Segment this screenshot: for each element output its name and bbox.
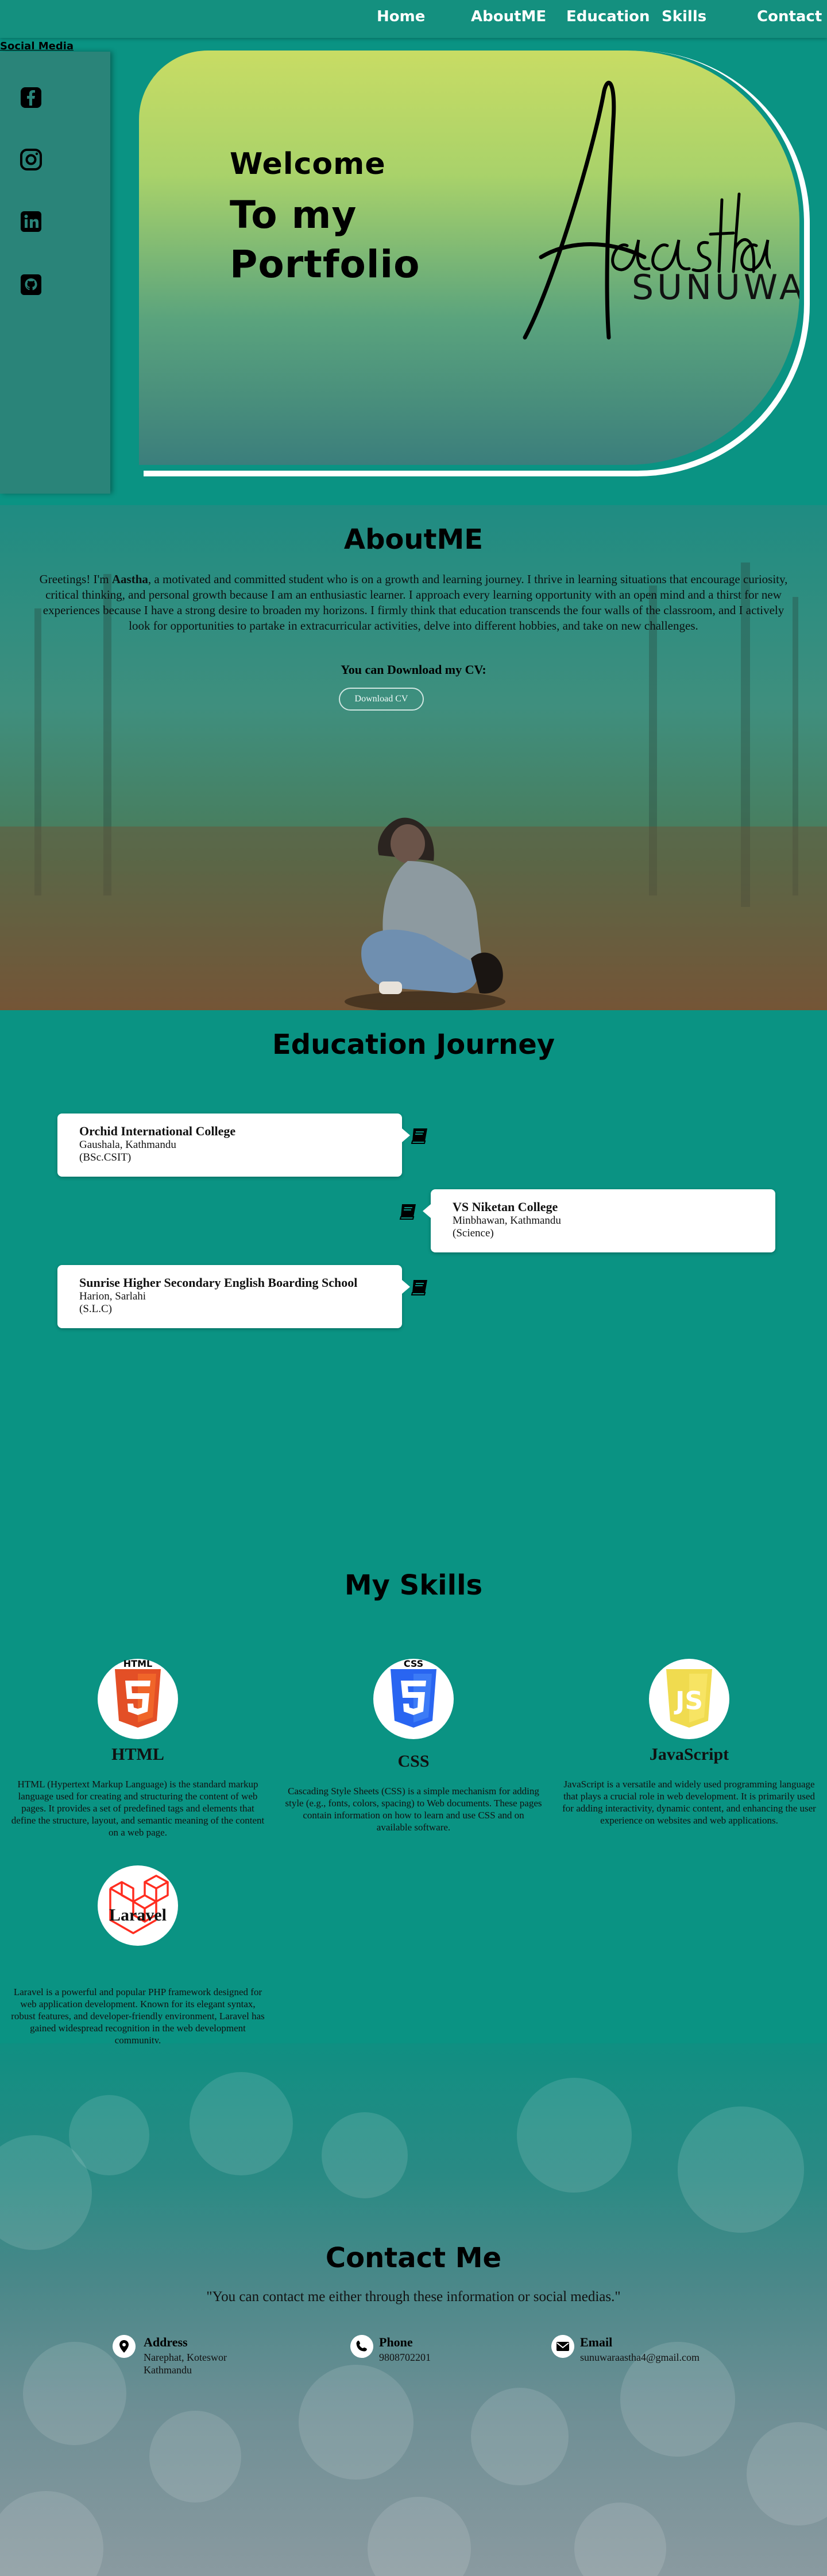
phone-number[interactable]: 9808702201: [379, 2351, 431, 2364]
nav-skills[interactable]: Skills: [662, 8, 706, 25]
address-label: Address: [144, 2335, 188, 2349]
book-icon: [411, 1280, 427, 1295]
html5-icon: HTML: [115, 1658, 161, 1728]
hero-portfolio: Portfolio: [230, 242, 420, 286]
address-line: Narephat, Koteswor: [144, 2352, 227, 2363]
bg-bubble: [149, 2411, 241, 2503]
nav-education[interactable]: Education: [566, 8, 650, 25]
skill-description: JavaScript is a versatile and widely use…: [562, 1779, 816, 1826]
svg-text:HTML: HTML: [123, 1659, 152, 1669]
location-pin-icon: [113, 2335, 136, 2358]
skill-description: HTML (Hypertext Markup Language) is the …: [11, 1779, 265, 1838]
school-name: Orchid International College: [79, 1124, 236, 1138]
book-icon: [399, 1204, 416, 1220]
education-card: Orchid International College Gaushala, K…: [57, 1114, 402, 1177]
about-title: AboutME: [343, 523, 484, 556]
card-pointer: [402, 1128, 410, 1142]
nav-home[interactable]: Home: [377, 8, 425, 25]
skill-description: Cascading Style Sheets (CSS) is a simple…: [285, 1786, 542, 1833]
education-title: Education Journey: [272, 1029, 555, 1061]
svg-text:JS: JS: [674, 1686, 703, 1716]
skill-name: Laravel: [109, 1906, 167, 1925]
download-cv-button[interactable]: Download CV: [339, 688, 424, 711]
hero-welcome: Welcome: [230, 147, 386, 181]
signature-logo: [523, 80, 771, 340]
school-name: VS Niketan College: [453, 1200, 558, 1214]
nav-contact[interactable]: Contact: [757, 8, 822, 25]
portrait-photo: [345, 817, 505, 1010]
skill-icon-circle: JS: [649, 1659, 729, 1739]
instagram-icon[interactable]: [20, 148, 42, 171]
skill-name: JavaScript: [649, 1745, 729, 1764]
facebook-icon[interactable]: [20, 86, 42, 109]
skill-name: HTML: [111, 1745, 164, 1764]
javascript-icon: JS: [666, 1669, 712, 1728]
email-label: Email: [580, 2335, 613, 2349]
school-degree: (S.L.C): [79, 1303, 112, 1315]
education-card: VS Niketan College Minbhawan, Kathmandu …: [431, 1189, 775, 1252]
envelope-icon: [551, 2335, 574, 2358]
about-text-intro: Greetings! I'm: [39, 572, 112, 586]
bg-bubble: [190, 2072, 293, 2175]
bg-bubble: [69, 2095, 149, 2175]
css3-icon: CSS: [391, 1658, 436, 1728]
bg-bubble: [678, 2106, 804, 2233]
nav-aboutme[interactable]: AboutME: [471, 8, 546, 25]
education-card: Sunrise Higher Secondary English Boardin…: [57, 1265, 402, 1328]
social-media-title: Social Media: [0, 40, 74, 52]
bg-bubble: [322, 2112, 408, 2198]
skill-icon-circle: HTML: [98, 1658, 178, 1739]
about-text-body: , a motivated and committed student who …: [42, 572, 788, 633]
school-degree: (Science): [453, 1227, 494, 1239]
contact-quote: "You can contact me either through these…: [206, 2289, 621, 2305]
bg-bubble: [23, 2342, 126, 2445]
bg-bubble: [0, 2491, 103, 2576]
linkedin-icon[interactable]: [20, 210, 42, 233]
about-paragraph: Greetings! I'm Aastha, a motivated and c…: [34, 572, 793, 634]
signature-subtitle: SUNUWAR: [632, 267, 799, 308]
bg-bubble: [299, 2365, 413, 2480]
phone-icon: [350, 2335, 373, 2358]
bg-bubble: [747, 2422, 827, 2525]
skill-name: CSS: [397, 1752, 430, 1771]
hero-banner: Welcome To my Portfolio SUNUWAR: [139, 51, 799, 465]
about-section: AboutME Greetings! I'm Aastha, a motivat…: [0, 505, 827, 1010]
contact-title: Contact Me: [325, 2242, 502, 2274]
about-name: Aastha: [111, 572, 148, 586]
social-sidebar: [0, 52, 110, 494]
github-icon[interactable]: [20, 273, 42, 296]
bg-bubble: [368, 2497, 471, 2576]
hero-to-my: To my: [230, 193, 357, 237]
address-line: Kathmandu: [144, 2364, 192, 2376]
email-address[interactable]: sunuwaraastha4@gmail.com: [580, 2351, 700, 2364]
card-pointer: [423, 1204, 431, 1218]
school-name: Sunrise Higher Secondary English Boardin…: [79, 1275, 358, 1290]
contact-section: Contact Me "You can contact me either th…: [0, 2043, 827, 2576]
school-location: Harion, Sarlahi: [79, 1290, 146, 1302]
phone-label: Phone: [379, 2335, 413, 2349]
svg-text:CSS: CSS: [404, 1659, 423, 1669]
skill-description: Laravel is a powerful and popular PHP fr…: [11, 1987, 265, 2046]
bg-bubble: [517, 2078, 632, 2193]
skills-title: My Skills: [344, 1569, 483, 1601]
bg-bubble: [574, 2503, 666, 2576]
card-pointer: [402, 1280, 410, 1294]
cv-prompt: You can Download my CV:: [341, 662, 486, 677]
bg-bubble: [471, 2388, 569, 2485]
book-icon: [411, 1128, 427, 1144]
school-location: Minbhawan, Kathmandu: [453, 1215, 561, 1227]
skill-icon-circle: CSS: [373, 1658, 454, 1739]
navbar: Home AboutME Education Skills Contact: [0, 0, 827, 38]
school-degree: (BSc.CSIT): [79, 1151, 132, 1163]
school-location: Gaushala, Kathmandu: [79, 1139, 176, 1151]
